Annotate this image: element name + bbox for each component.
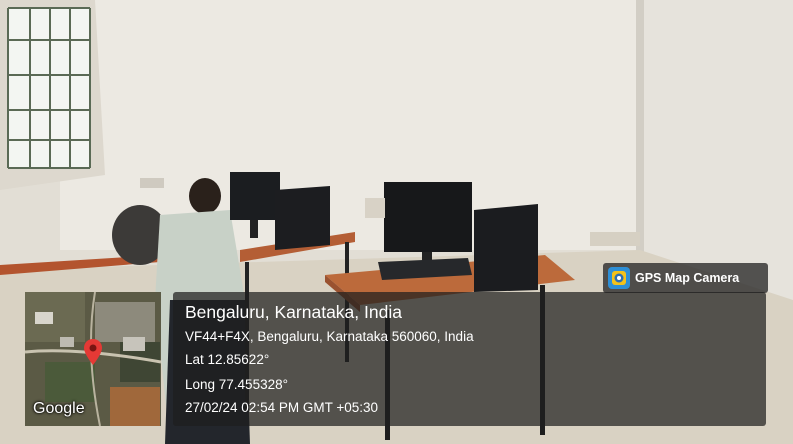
map-provider-label: Google (33, 400, 85, 417)
address-line: VF44+F4X, Bengaluru, Karnataka 560060, I… (185, 329, 474, 344)
gps-map-camera-badge: GPS Map Camera (603, 263, 768, 293)
gps-map-camera-label: GPS Map Camera (635, 271, 740, 285)
map-pin-icon (84, 339, 102, 365)
latitude-line: Lat 12.85622° (185, 352, 270, 367)
gps-map-camera-logo-icon (608, 267, 630, 289)
longitude-line: Long 77.455328° (185, 377, 288, 392)
map-thumbnail: Google (25, 292, 161, 426)
datetime-line: 27/02/24 02:54 PM GMT +05:30 (185, 400, 379, 415)
city-line: Bengaluru, Karnataka, India (185, 302, 402, 322)
location-info-panel: Bengaluru, Karnataka, India VF44+F4X, Be… (173, 292, 766, 426)
